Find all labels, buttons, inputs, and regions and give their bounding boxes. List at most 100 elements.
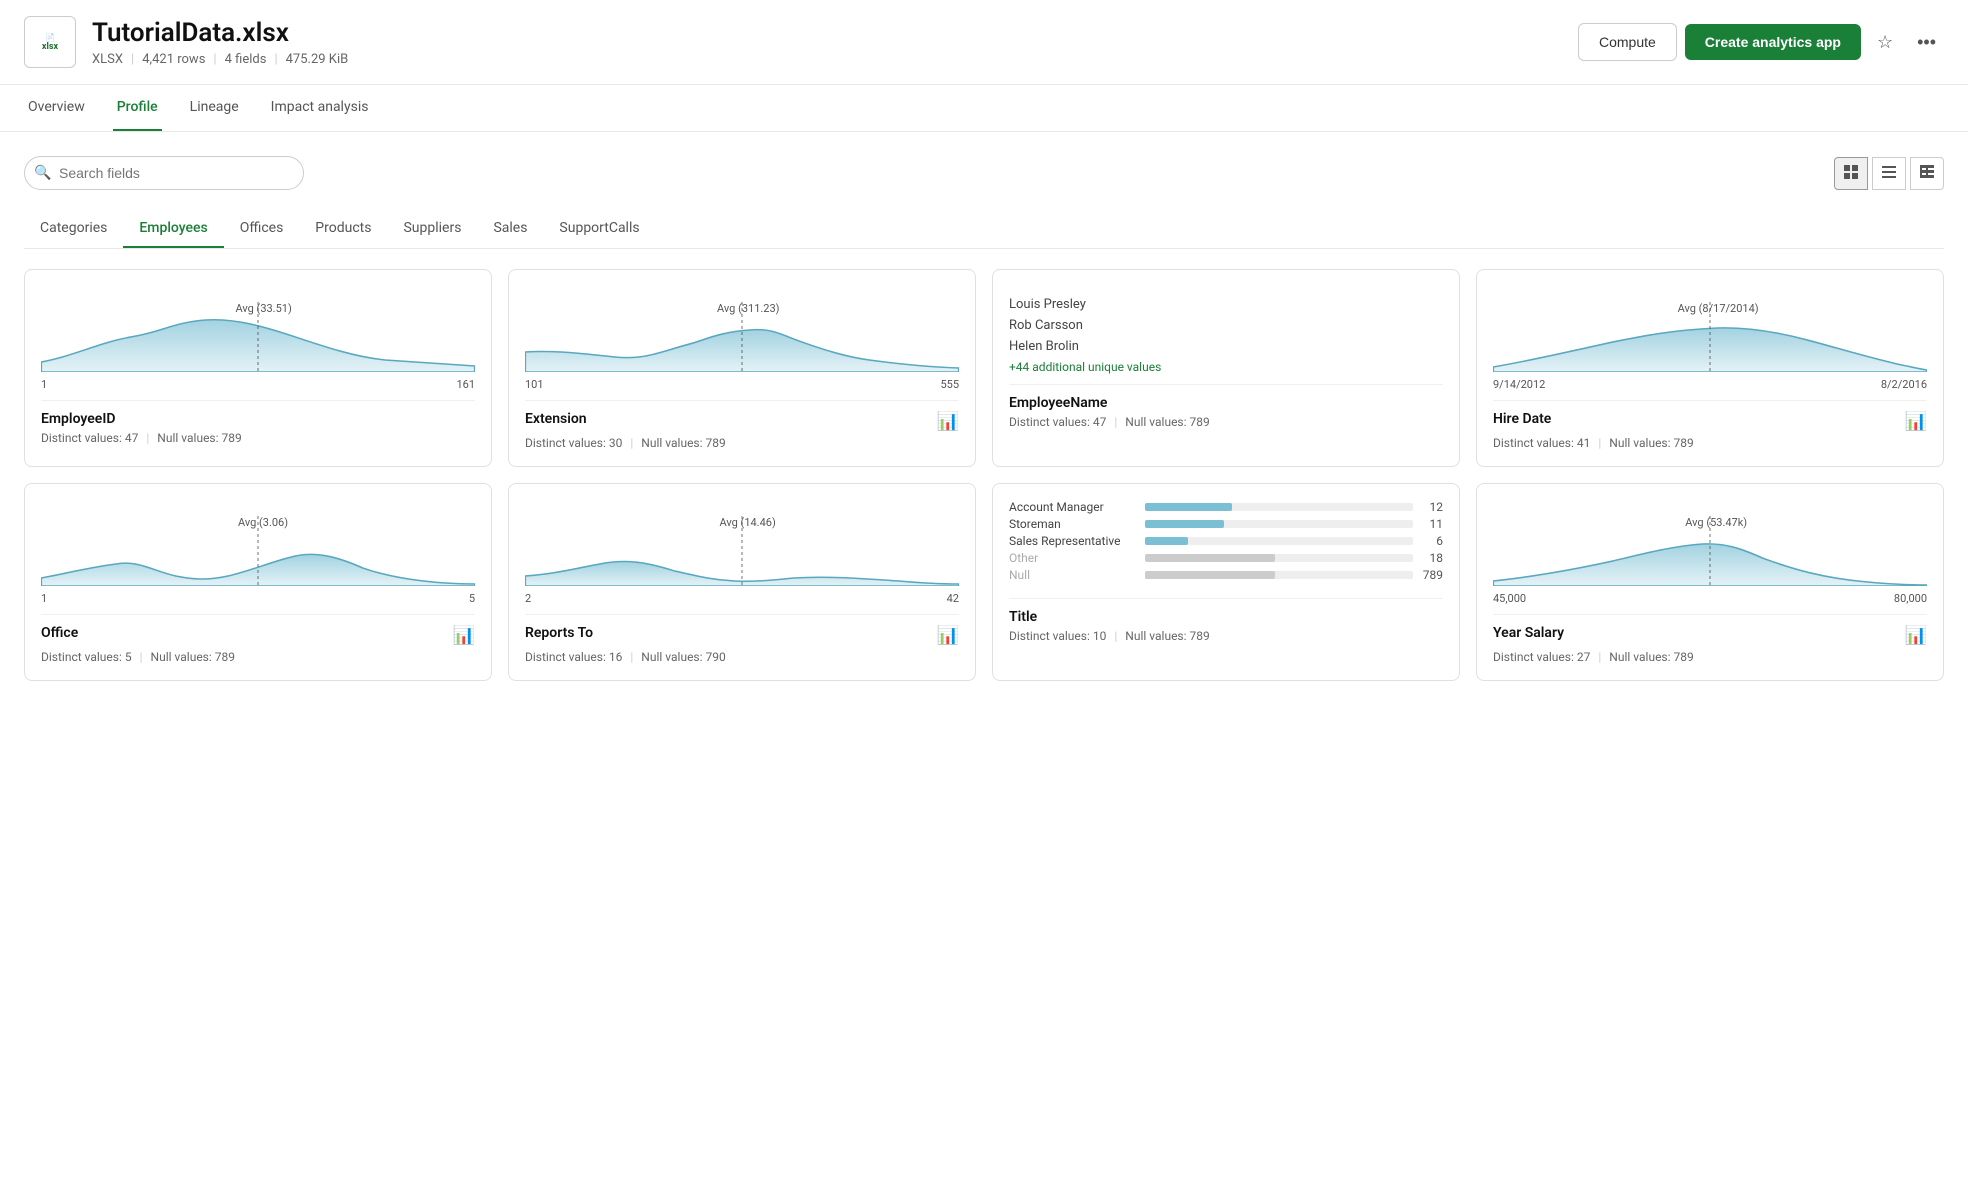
file-info: TutorialData.xlsx XLSX | 4,421 rows | 4 … — [92, 18, 348, 67]
bar-track — [1145, 537, 1413, 545]
cat-tab-categories[interactable]: Categories — [24, 210, 123, 248]
card-header-row: EmployeeName — [1009, 395, 1443, 411]
card-office: Avg (3.06) 1 5 — [24, 483, 492, 681]
search-input[interactable] — [24, 156, 304, 190]
create-analytics-button[interactable]: Create analytics app — [1685, 24, 1861, 60]
bar-value: 789 — [1419, 568, 1443, 582]
bar-chart-icon[interactable]: 📊 — [937, 625, 959, 646]
chart-title: Account Manager 12 Storeman 11 Sales Rep — [1009, 500, 1443, 590]
bar-chart-icon[interactable]: 📊 — [1905, 411, 1927, 432]
main-content: 🔍 CategoriesEmployeesOfficesProductsSupp… — [0, 132, 1968, 705]
bar-chart-icon[interactable]: 📊 — [453, 625, 475, 646]
file-title: TutorialData.xlsx — [92, 18, 348, 48]
list-view-toggle[interactable] — [1872, 157, 1906, 190]
distinct-values: Distinct values: 47 — [41, 431, 138, 445]
tab-profile[interactable]: Profile — [113, 85, 162, 131]
field-name: Year Salary — [1493, 625, 1564, 641]
bar-fill — [1145, 554, 1275, 562]
card-hire-date: Avg (8/17/2014) 9/14/2012 — [1476, 269, 1944, 467]
card-meta: Distinct values: 5 | Null values: 789 — [41, 650, 475, 664]
text-value: Louis Presley — [1009, 295, 1161, 316]
tab-impact[interactable]: Impact analysis — [267, 85, 373, 131]
tab-lineage[interactable]: Lineage — [186, 85, 243, 131]
range-min: 9/14/2012 — [1493, 378, 1545, 391]
category-tabs: CategoriesEmployeesOfficesProductsSuppli… — [24, 210, 1944, 249]
field-name: Office — [41, 625, 78, 641]
distinct-values: Distinct values: 10 — [1009, 629, 1106, 643]
card-meta: Distinct values: 16 | Null values: 790 — [525, 650, 959, 664]
search-wrapper: 🔍 — [24, 156, 304, 190]
file-icon: 📄 xlsx — [24, 16, 76, 68]
bar-track — [1145, 554, 1413, 562]
bar-value: 18 — [1419, 551, 1443, 565]
grid-view-toggle[interactable] — [1834, 157, 1868, 190]
bar-fill — [1145, 571, 1275, 579]
chart-employee-name: Louis PresleyRob CarssonHelen Brolin +44… — [1009, 286, 1443, 376]
null-values: Null values: 789 — [1609, 650, 1693, 664]
chart-year-salary: Avg (53.47k) 45,000 — [1493, 516, 1927, 606]
card-header-row: Year Salary 📊 — [1493, 625, 1927, 646]
bar-value: 11 — [1419, 517, 1443, 531]
bar-fill — [1145, 537, 1188, 545]
null-values: Null values: 789 — [157, 431, 241, 445]
chart-range: 9/14/2012 8/2/2016 — [1493, 378, 1927, 391]
page-header: 📄 xlsx TutorialData.xlsx XLSX | 4,421 ro… — [0, 0, 1968, 85]
chart-hire-date: Avg (8/17/2014) 9/14/2012 — [1493, 302, 1927, 392]
bar-track — [1145, 520, 1413, 528]
cat-tab-products[interactable]: Products — [299, 210, 387, 248]
chart-extension: Avg (311.23) 101 — [525, 302, 959, 392]
compute-button[interactable]: Compute — [1578, 23, 1677, 61]
range-max: 8/2/2016 — [1881, 378, 1927, 391]
null-values: Null values: 789 — [1609, 436, 1693, 450]
card-footer: Extension 📊 Distinct values: 30 | Null v… — [525, 400, 959, 450]
chart-range: 1 5 — [41, 592, 475, 605]
cat-tab-employees[interactable]: Employees — [123, 210, 223, 248]
field-name: Extension — [525, 411, 587, 427]
range-max: 5 — [469, 592, 475, 605]
tab-overview[interactable]: Overview — [24, 85, 89, 131]
card-title: Account Manager 12 Storeman 11 Sales Rep — [992, 483, 1460, 681]
search-bar-row: 🔍 — [24, 156, 1944, 190]
bar-chart-icon[interactable]: 📊 — [1905, 625, 1927, 646]
file-fields: 4 fields — [225, 52, 267, 67]
card-header-row: Reports To 📊 — [525, 625, 959, 646]
chart-employee-id: Avg (33.51) 1 1 — [41, 302, 475, 392]
card-header-row: Hire Date 📊 — [1493, 411, 1927, 432]
file-icon-text: 📄 xlsx — [42, 33, 58, 52]
bar-value: 12 — [1419, 500, 1443, 514]
main-tabs: Overview Profile Lineage Impact analysis — [0, 85, 1968, 132]
null-values: Null values: 789 — [1125, 629, 1209, 643]
bar-track — [1145, 503, 1413, 511]
bookmark-button[interactable]: ☆ — [1869, 24, 1901, 61]
bar-fill — [1145, 520, 1224, 528]
bar-chart-icon[interactable]: 📊 — [937, 411, 959, 432]
cat-tab-suppliers[interactable]: Suppliers — [387, 210, 477, 248]
card-extension: Avg (311.23) 101 — [508, 269, 976, 467]
more-options-button[interactable]: ••• — [1909, 24, 1944, 61]
bar-label: Other — [1009, 551, 1139, 565]
bar-row: Sales Representative 6 — [1009, 534, 1443, 548]
file-meta: XLSX | 4,421 rows | 4 fields | 475.29 Ki… — [92, 52, 348, 67]
additional-values: +44 additional unique values — [1009, 358, 1161, 377]
table-view-toggle[interactable] — [1910, 157, 1944, 190]
cat-tab-supportcalls[interactable]: SupportCalls — [543, 210, 655, 248]
bar-row: Null 789 — [1009, 568, 1443, 582]
range-max: 555 — [940, 378, 959, 391]
file-size: 475.29 KiB — [286, 52, 349, 67]
header-left: 📄 xlsx TutorialData.xlsx XLSX | 4,421 ro… — [24, 16, 348, 68]
null-values: Null values: 789 — [151, 650, 235, 664]
cat-tab-offices[interactable]: Offices — [224, 210, 300, 248]
bar-label: Null — [1009, 568, 1139, 582]
cat-tab-sales[interactable]: Sales — [477, 210, 543, 248]
search-icon: 🔍 — [34, 165, 51, 181]
bar-list: Account Manager 12 Storeman 11 Sales Rep — [1009, 500, 1443, 582]
card-header-row: Title — [1009, 609, 1443, 625]
distinct-values: Distinct values: 27 — [1493, 650, 1590, 664]
card-header-row: Extension 📊 — [525, 411, 959, 432]
bar-fill — [1145, 503, 1232, 511]
card-meta: Distinct values: 30 | Null values: 789 — [525, 436, 959, 450]
distinct-values: Distinct values: 16 — [525, 650, 622, 664]
bar-row: Storeman 11 — [1009, 517, 1443, 531]
card-reports-to: Avg (14.46) 2 4 — [508, 483, 976, 681]
chart-office: Avg (3.06) 1 5 — [41, 516, 475, 606]
